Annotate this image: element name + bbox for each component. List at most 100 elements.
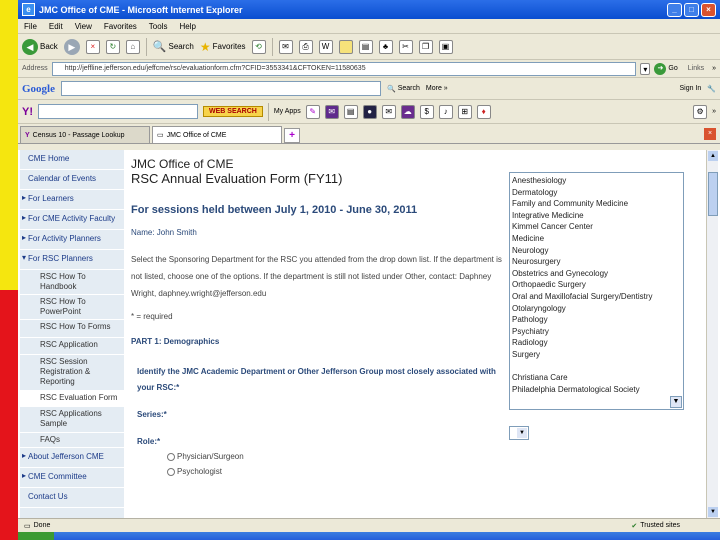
- sidebar-item-about[interactable]: About Jefferson CME: [20, 448, 124, 468]
- sidebar-item-contact[interactable]: Contact Us: [20, 488, 124, 508]
- web-search-button[interactable]: WEB SEARCH: [203, 106, 263, 117]
- sidebar-subitem-evaluation-form[interactable]: RSC Evaluation Form: [20, 391, 124, 407]
- close-button[interactable]: ×: [701, 2, 716, 17]
- notes-icon[interactable]: [338, 39, 353, 54]
- menu-tools[interactable]: Tools: [149, 22, 168, 31]
- finance-icon[interactable]: $: [419, 104, 434, 119]
- music-icon[interactable]: ♪: [438, 104, 453, 119]
- envelope-icon[interactable]: ✉: [381, 104, 396, 119]
- home-icon[interactable]: ⌂: [125, 39, 140, 54]
- menu-favorites[interactable]: Favorites: [104, 22, 137, 31]
- sidebar-subitem-registration[interactable]: RSC Session Registration & Reporting: [20, 355, 124, 391]
- sidebar-subitem-application[interactable]: RSC Application: [20, 338, 124, 355]
- go-button[interactable]: ➜ Go: [654, 62, 678, 75]
- department-option[interactable]: Obstetrics and Gynecology: [512, 268, 682, 280]
- mail-icon[interactable]: ✉: [278, 39, 293, 54]
- department-option[interactable]: Philadelphia Dermatological Society: [512, 384, 682, 395]
- chevron-down-icon[interactable]: ▼: [670, 396, 682, 408]
- weather-icon[interactable]: ☁: [400, 104, 415, 119]
- scroll-up-icon[interactable]: ▲: [708, 151, 718, 161]
- messenger-icon[interactable]: ●: [362, 104, 377, 119]
- department-option[interactable]: Family and Community Medicine: [512, 198, 682, 210]
- news-icon[interactable]: ▤: [343, 104, 358, 119]
- sidebar-subitem-forms[interactable]: RSC How To Forms: [20, 320, 124, 338]
- department-listbox[interactable]: Anesthesiology Dermatology Family and Comm…: [509, 172, 684, 410]
- chevron-right-icon[interactable]: »: [712, 108, 716, 115]
- radio-button[interactable]: [167, 452, 175, 461]
- messenger-icon[interactable]: ♣: [378, 39, 393, 54]
- department-option[interactable]: Neurology: [512, 245, 682, 257]
- department-option[interactable]: Otolaryngology: [512, 303, 682, 315]
- sidebar-subitem-powerpoint[interactable]: RSC How To PowerPoint: [20, 295, 124, 320]
- google-signin[interactable]: Sign In: [679, 85, 701, 92]
- settings-icon[interactable]: ⚙: [693, 104, 708, 119]
- edit-word-icon[interactable]: W: [318, 39, 333, 54]
- department-option[interactable]: Christiana Care: [512, 372, 682, 384]
- page-scrollbar[interactable]: ▲ ▼: [706, 150, 718, 518]
- refresh-icon[interactable]: ↻: [105, 39, 120, 54]
- google-search-input[interactable]: [61, 81, 381, 96]
- radio-button[interactable]: [167, 467, 175, 476]
- sidebar-item-calendar[interactable]: Calendar of Events: [20, 170, 124, 190]
- pencil-icon[interactable]: ✎: [305, 104, 320, 119]
- myapps-button[interactable]: My Apps: [274, 108, 301, 115]
- search-button[interactable]: 🔍 Search: [153, 40, 194, 53]
- tab-census-passage-lookup[interactable]: Y Census 10 - Passage Lookup: [20, 126, 150, 143]
- forward-arrow-icon[interactable]: ▶: [63, 38, 80, 55]
- department-option[interactable]: Integrative Medicine: [512, 210, 682, 222]
- role-option-psychologist[interactable]: Psychologist: [167, 467, 706, 476]
- cut-icon[interactable]: ✂: [398, 39, 413, 54]
- back-button[interactable]: ◀ Back: [22, 38, 58, 55]
- sidebar-subitem-applications-sample[interactable]: RSC Applications Sample: [20, 407, 124, 433]
- start-button[interactable]: [18, 532, 54, 540]
- menu-edit[interactable]: Edit: [49, 22, 63, 31]
- new-tab-button[interactable]: +: [284, 128, 300, 143]
- role-option-physician[interactable]: Physician/Surgeon: [167, 452, 706, 461]
- sidebar-item-cme-home[interactable]: CME Home: [20, 150, 124, 170]
- links-label[interactable]: Links: [688, 65, 704, 72]
- maximize-button[interactable]: □: [684, 2, 699, 17]
- sidebar-subitem-faqs[interactable]: FAQs: [20, 433, 124, 448]
- department-option[interactable]: Neurosurgery: [512, 256, 682, 268]
- yahoo-search-input[interactable]: [38, 104, 198, 119]
- chevron-down-icon[interactable]: ▼: [517, 428, 527, 438]
- close-tab-icon[interactable]: ×: [704, 128, 716, 140]
- favorites-button[interactable]: ★ Favorites: [200, 40, 246, 54]
- series-select[interactable]: ▼: [509, 426, 529, 440]
- department-option[interactable]: Oral and Maxillofacial Surgery/Dentistry: [512, 291, 682, 303]
- department-option[interactable]: Radiology: [512, 337, 682, 349]
- sidebar-item-activity-planners[interactable]: For Activity Planners: [20, 230, 124, 250]
- sidebar-item-rsc-planners[interactable]: For RSC Planners: [20, 250, 124, 270]
- google-more[interactable]: More »: [426, 85, 448, 92]
- department-option[interactable]: Medicine: [512, 233, 682, 245]
- wrench-icon[interactable]: 🔧: [707, 85, 716, 93]
- sidebar-item-committee[interactable]: CME Committee: [20, 468, 124, 488]
- paste-icon[interactable]: ▣: [438, 39, 453, 54]
- department-option[interactable]: [512, 361, 682, 373]
- chevron-right-icon[interactable]: »: [712, 65, 716, 72]
- department-option[interactable]: Surgery: [512, 349, 682, 361]
- shopping-icon[interactable]: ⊞: [457, 104, 472, 119]
- department-option[interactable]: Pathology: [512, 314, 682, 326]
- yahoo-mail-icon[interactable]: ✉: [324, 104, 339, 119]
- tab-jmc-office-of-cme[interactable]: ▭ JMC Office of CME: [152, 126, 282, 143]
- menu-file[interactable]: File: [24, 22, 37, 31]
- department-option[interactable]: Kimmel Cancer Center: [512, 221, 682, 233]
- department-option[interactable]: Psychiatry: [512, 326, 682, 338]
- print-icon[interactable]: ⎙: [298, 39, 313, 54]
- address-input[interactable]: http://jeffline.jefferson.edu/jeffcme/rs…: [51, 61, 637, 76]
- research-icon[interactable]: ▤: [358, 39, 373, 54]
- copy-icon[interactable]: ❐: [418, 39, 433, 54]
- sidebar-item-learners[interactable]: For Learners: [20, 190, 124, 210]
- games-icon[interactable]: ♦: [476, 104, 491, 119]
- department-option[interactable]: Dermatology: [512, 187, 682, 199]
- sidebar-item-activity-faculty[interactable]: For CME Activity Faculty: [20, 210, 124, 230]
- department-option[interactable]: Orthopaedic Surgery: [512, 279, 682, 291]
- google-search-button[interactable]: 🔍 Search: [387, 85, 420, 93]
- menu-help[interactable]: Help: [179, 22, 195, 31]
- scroll-down-icon[interactable]: ▼: [708, 507, 718, 517]
- menu-view[interactable]: View: [75, 22, 92, 31]
- sidebar-subitem-handbook[interactable]: RSC How To Handbook: [20, 270, 124, 295]
- minimize-button[interactable]: _: [667, 2, 682, 17]
- address-dropdown-icon[interactable]: ▾: [640, 62, 651, 75]
